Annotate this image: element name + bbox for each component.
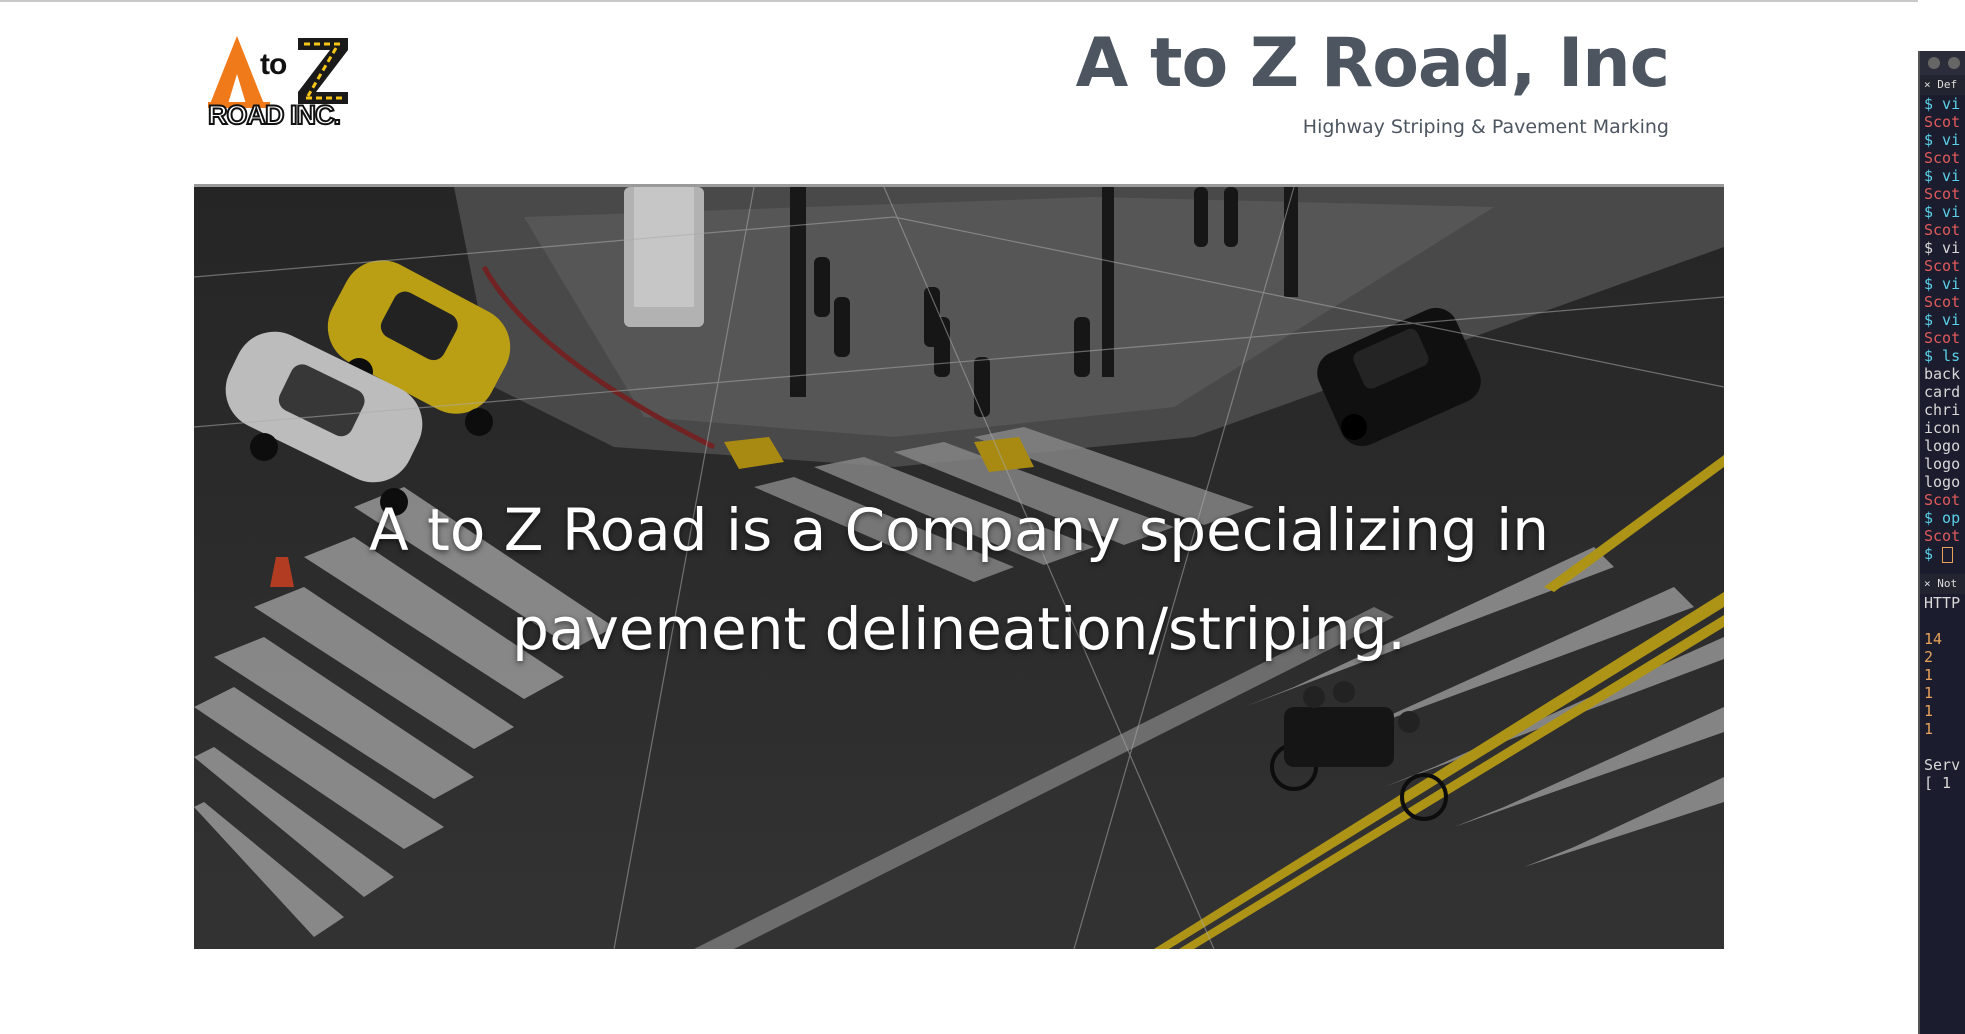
terminal-line: back bbox=[1924, 365, 1961, 383]
terminal-pane-2[interactable]: × Not HTTP 14 2 1 1 1 1 Serv[ 1 bbox=[1920, 574, 1965, 792]
site-subtitle: Highway Striping & Pavement Marking bbox=[1302, 116, 1669, 138]
terminal-line: Scot bbox=[1924, 221, 1961, 239]
terminal-line: Scot bbox=[1924, 329, 1961, 347]
terminal-line: Scot bbox=[1924, 257, 1961, 275]
terminal-output-2[interactable]: HTTP 14 2 1 1 1 1 Serv[ 1 bbox=[1920, 594, 1965, 792]
terminal-titlebar[interactable] bbox=[1920, 51, 1965, 75]
terminal-line: $ vi bbox=[1924, 167, 1961, 185]
terminal-line: 1 bbox=[1924, 720, 1934, 738]
window-control-icon[interactable] bbox=[1948, 57, 1960, 69]
hero-banner: A to Z Road is a Company specializing in… bbox=[194, 184, 1724, 949]
terminal-line: card bbox=[1924, 383, 1961, 401]
terminal-line: Scot bbox=[1924, 185, 1961, 203]
terminal-line: Scot bbox=[1924, 293, 1961, 311]
terminal-line: logo bbox=[1924, 437, 1961, 455]
terminal-line: Scot bbox=[1924, 149, 1961, 167]
hero-line-1: A to Z Road is a Company specializing in bbox=[369, 496, 1549, 564]
terminal-line: logo bbox=[1924, 473, 1961, 491]
top-divider bbox=[0, 0, 1918, 2]
terminal-tab-label: Def bbox=[1937, 78, 1958, 91]
terminal-line: logo bbox=[1924, 455, 1961, 473]
terminal-window[interactable]: × Def $ vi Scot $ vi Scot $ vi Scot $ vi Scot $ … bbox=[1918, 51, 1965, 1034]
company-logo[interactable]: to ROAD INC. bbox=[207, 34, 352, 131]
hero-headline: A to Z Road is a Company specializing in… bbox=[194, 481, 1724, 679]
terminal-line: Scot bbox=[1924, 491, 1961, 509]
window-control-icon[interactable] bbox=[1928, 57, 1940, 69]
terminal-line: $ vi bbox=[1924, 239, 1961, 257]
terminal-line: $ bbox=[1924, 545, 1965, 563]
logo-road-inc-text: ROAD INC. bbox=[207, 99, 342, 131]
terminal-line: Serv bbox=[1924, 756, 1961, 774]
terminal-tab-notes[interactable]: × Not bbox=[1920, 574, 1965, 594]
terminal-line: HTTP bbox=[1924, 594, 1961, 612]
terminal-line: $ vi bbox=[1924, 95, 1961, 113]
terminal-line: $ vi bbox=[1924, 203, 1961, 221]
terminal-line: 1 bbox=[1924, 702, 1934, 720]
logo-to-text: to bbox=[260, 48, 287, 81]
terminal-line: $ vi bbox=[1924, 131, 1961, 149]
terminal-line: 1 bbox=[1924, 666, 1934, 684]
terminal-line: $ ls bbox=[1924, 347, 1961, 365]
terminal-output[interactable]: $ vi Scot $ vi Scot $ vi Scot $ vi Scot $ vi Scot… bbox=[1920, 95, 1965, 563]
terminal-line: 14 bbox=[1924, 630, 1943, 648]
site-title: A to Z Road, Inc bbox=[1075, 24, 1670, 103]
terminal-line: $ vi bbox=[1924, 311, 1961, 329]
terminal-line: $ op bbox=[1924, 509, 1961, 527]
terminal-line: 1 bbox=[1924, 684, 1934, 702]
terminal-line: icon bbox=[1924, 419, 1961, 437]
terminal-tab-label: Not bbox=[1937, 577, 1958, 590]
terminal-line: $ vi bbox=[1924, 275, 1961, 293]
terminal-line: Scot bbox=[1924, 527, 1961, 545]
terminal-line: chri bbox=[1924, 401, 1961, 419]
website-page: to ROAD INC. A to Z Road, Inc Highway St… bbox=[0, 0, 1918, 1034]
hero-line-2: pavement delineation/striping. bbox=[512, 595, 1406, 663]
terminal-line: Scot bbox=[1924, 113, 1961, 131]
terminal-tab-default[interactable]: × Def bbox=[1920, 75, 1965, 95]
terminal-cursor bbox=[1942, 546, 1954, 563]
terminal-line: 2 bbox=[1924, 648, 1934, 666]
terminal-line: [ 1 bbox=[1924, 774, 1952, 792]
logo-z-road-icon bbox=[298, 38, 348, 104]
